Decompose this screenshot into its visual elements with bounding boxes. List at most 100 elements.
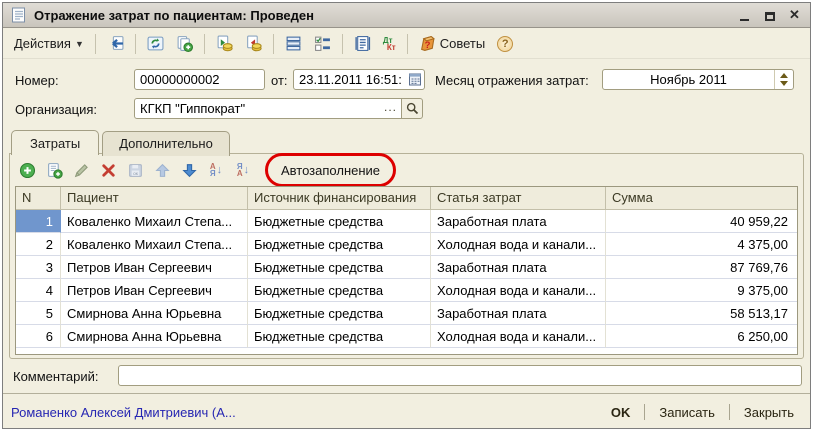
edit-row-icon bbox=[73, 162, 90, 179]
move-down-icon bbox=[181, 162, 198, 179]
table-row[interactable]: 5 Смирнова Анна Юрьевна Бюджетные средст… bbox=[16, 302, 797, 325]
cell-row-number[interactable]: 3 bbox=[16, 256, 61, 279]
unpost-button[interactable] bbox=[240, 32, 267, 55]
cell-sum[interactable]: 6 250,00 bbox=[606, 325, 797, 348]
cell-patient[interactable]: Смирнова Анна Юрьевна bbox=[61, 325, 248, 348]
number-input[interactable] bbox=[135, 70, 264, 89]
report-icon bbox=[354, 35, 371, 52]
table-row[interactable]: 1 Коваленко Михаил Степа... Бюджетные ср… bbox=[16, 210, 797, 233]
maximize-icon bbox=[765, 12, 775, 21]
magnifier-icon bbox=[406, 102, 419, 115]
end-edit-button[interactable]: ок bbox=[126, 161, 144, 179]
autofill-button[interactable]: Автозаполнение bbox=[281, 163, 380, 178]
cell-cost-item[interactable]: Заработная плата bbox=[431, 256, 606, 279]
minimize-icon bbox=[740, 19, 749, 21]
cell-sum[interactable]: 40 959,22 bbox=[606, 210, 797, 233]
month-spinner[interactable] bbox=[774, 70, 793, 89]
refresh-icon bbox=[147, 35, 164, 52]
cell-funding-source[interactable]: Бюджетные средства bbox=[248, 210, 431, 233]
comment-input[interactable] bbox=[119, 366, 801, 385]
copy-row-button[interactable] bbox=[45, 161, 63, 179]
cell-patient[interactable]: Петров Иван Сергеевич bbox=[61, 256, 248, 279]
cell-sum[interactable]: 4 375,00 bbox=[606, 233, 797, 256]
toolbar-separator bbox=[204, 34, 205, 54]
number-field-box bbox=[134, 69, 265, 90]
toolbar-separator bbox=[407, 34, 408, 54]
add-row-button[interactable] bbox=[18, 161, 36, 179]
calendar-button[interactable] bbox=[406, 70, 424, 89]
cell-row-number[interactable]: 5 bbox=[16, 302, 61, 325]
cell-funding-source[interactable]: Бюджетные средства bbox=[248, 256, 431, 279]
maximize-button[interactable] bbox=[763, 9, 776, 21]
cell-row-number[interactable]: 2 bbox=[16, 233, 61, 256]
cell-funding-source[interactable]: Бюджетные средства bbox=[248, 325, 431, 348]
help-icon: ? bbox=[497, 36, 513, 52]
cell-sum[interactable]: 87 769,76 bbox=[606, 256, 797, 279]
column-header-n[interactable]: N bbox=[16, 187, 61, 210]
table-row[interactable]: 2 Коваленко Михаил Степа... Бюджетные ср… bbox=[16, 233, 797, 256]
table-row[interactable]: 6 Смирнова Анна Юрьевна Бюджетные средст… bbox=[16, 325, 797, 348]
close-button[interactable]: ✕ bbox=[788, 9, 801, 21]
table-row[interactable]: 3 Петров Иван Сергеевич Бюджетные средст… bbox=[16, 256, 797, 279]
cell-patient[interactable]: Смирнова Анна Юрьевна bbox=[61, 302, 248, 325]
month-input[interactable] bbox=[603, 70, 774, 89]
actions-menu-button[interactable]: Действия ▼ bbox=[9, 33, 89, 54]
write-button[interactable] bbox=[102, 32, 129, 55]
cell-patient[interactable]: Коваленко Михаил Степа... bbox=[61, 233, 248, 256]
edit-row-button[interactable] bbox=[72, 161, 90, 179]
delete-row-button[interactable] bbox=[99, 161, 117, 179]
table-row[interactable]: 4 Петров Иван Сергеевич Бюджетные средст… bbox=[16, 279, 797, 302]
window-controls: ✕ bbox=[738, 9, 803, 21]
cell-cost-item[interactable]: Холодная вода и канали... bbox=[431, 325, 606, 348]
toolbar-separator bbox=[135, 34, 136, 54]
sort-desc-button[interactable]: Я А ↓ bbox=[234, 161, 252, 179]
minimize-button[interactable] bbox=[738, 9, 751, 21]
cell-row-number[interactable]: 4 bbox=[16, 279, 61, 302]
cell-cost-item[interactable]: Холодная вода и канали... bbox=[431, 279, 606, 302]
tips-button[interactable]: ? Советы bbox=[414, 32, 490, 55]
cell-funding-source[interactable]: Бюджетные средства bbox=[248, 302, 431, 325]
column-header-source[interactable]: Источник финансирования bbox=[248, 187, 431, 210]
list-settings-button[interactable] bbox=[309, 32, 336, 55]
cell-cost-item[interactable]: Холодная вода и канали... bbox=[431, 233, 606, 256]
structure-button[interactable] bbox=[280, 32, 307, 55]
organization-select-button[interactable]: ... bbox=[382, 99, 401, 118]
cell-sum[interactable]: 9 375,00 bbox=[606, 279, 797, 302]
cell-sum[interactable]: 58 513,17 bbox=[606, 302, 797, 325]
cell-cost-item[interactable]: Заработная плата bbox=[431, 210, 606, 233]
copy-button[interactable] bbox=[171, 32, 198, 55]
column-header-sum[interactable]: Сумма bbox=[606, 187, 797, 210]
date-input[interactable] bbox=[294, 70, 406, 89]
cell-patient[interactable]: Коваленко Михаил Степа... bbox=[61, 210, 248, 233]
cell-cost-item[interactable]: Заработная плата bbox=[431, 302, 606, 325]
comment-field-box bbox=[118, 365, 802, 386]
post-button[interactable] bbox=[211, 32, 238, 55]
refresh-button[interactable] bbox=[142, 32, 169, 55]
sort-asc-button[interactable]: А Я ↓ bbox=[207, 161, 225, 179]
cell-funding-source[interactable]: Бюджетные средства bbox=[248, 279, 431, 302]
button-separator bbox=[644, 404, 645, 420]
tab-costs[interactable]: Затраты bbox=[11, 130, 99, 155]
ok-button[interactable]: OK bbox=[603, 402, 639, 423]
report-button[interactable] bbox=[349, 32, 376, 55]
move-down-button[interactable] bbox=[180, 161, 198, 179]
column-header-patient[interactable]: Пациент bbox=[61, 187, 248, 210]
cell-patient[interactable]: Петров Иван Сергеевич bbox=[61, 279, 248, 302]
organization-open-button[interactable] bbox=[401, 98, 423, 119]
responsible-user-link[interactable]: Романенко Алексей Дмитриевич (А... bbox=[11, 405, 603, 420]
move-up-button[interactable] bbox=[153, 161, 171, 179]
dt-kt-button[interactable]: Дт Кт bbox=[378, 34, 401, 54]
organization-input[interactable] bbox=[135, 99, 382, 118]
costs-table: N Пациент Источник финансирования Статья… bbox=[15, 186, 798, 355]
help-button[interactable]: ? bbox=[492, 33, 518, 55]
tab-additional[interactable]: Дополнительно bbox=[102, 131, 230, 156]
main-toolbar: Действия ▼ bbox=[3, 29, 810, 59]
cell-row-number[interactable]: 1 bbox=[16, 210, 61, 233]
spinner-down-icon bbox=[780, 81, 788, 86]
save-button[interactable]: Записать bbox=[651, 402, 723, 423]
cell-funding-source[interactable]: Бюджетные средства bbox=[248, 233, 431, 256]
column-header-item[interactable]: Статья затрат bbox=[431, 187, 606, 210]
cell-row-number[interactable]: 6 bbox=[16, 325, 61, 348]
month-field-box bbox=[602, 69, 794, 90]
close-form-button[interactable]: Закрыть bbox=[736, 402, 802, 423]
